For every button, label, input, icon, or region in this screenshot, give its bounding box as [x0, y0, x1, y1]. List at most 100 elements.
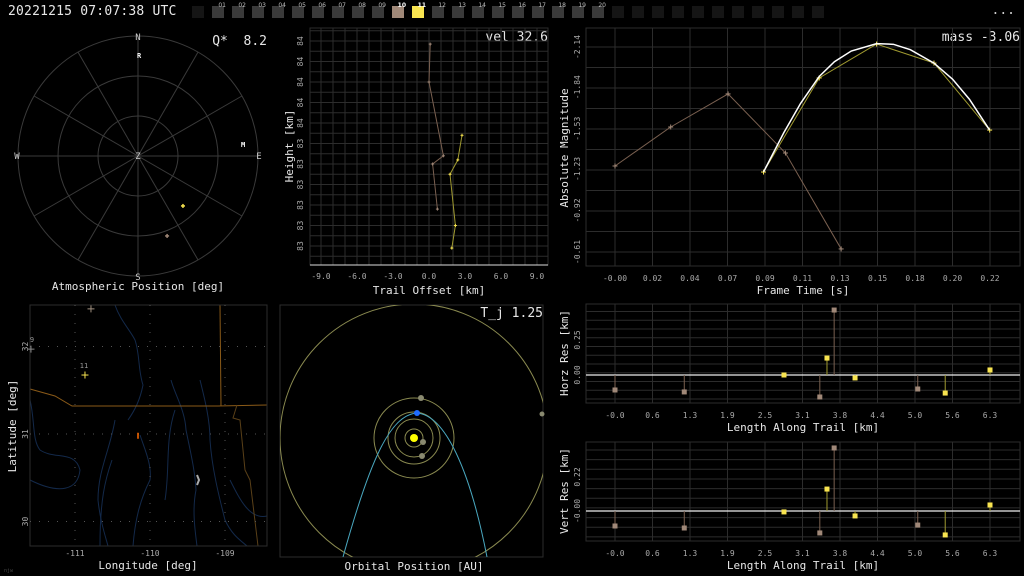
magnitude-xtick: 0.15 — [868, 274, 887, 283]
vert-res-ytick: 0.22 — [573, 467, 582, 486]
horz-res-point-station-10 — [817, 394, 823, 400]
vert-res-point-station-10 — [612, 523, 618, 529]
border — [29, 388, 268, 407]
horz-res-point-station-10 — [831, 307, 837, 313]
planet-mars — [418, 395, 424, 401]
height-xtick: 0.0 — [422, 272, 437, 281]
horz-res-xtick: 3.1 — [795, 411, 810, 420]
map-geography — [29, 304, 268, 547]
lake — [196, 474, 201, 486]
height-ytick: 83 — [296, 200, 305, 210]
horz-res-xtick: 1.9 — [720, 411, 735, 420]
magnitude-xtick: 0.04 — [680, 274, 699, 283]
horz-res-xtick: 0.6 — [645, 411, 660, 420]
height-xtick: 9.0 — [530, 272, 545, 281]
river — [164, 409, 176, 501]
horz-res-ylabel: Horz Res [km] — [558, 310, 571, 396]
vert-res-xtick: 6.3 — [983, 549, 998, 558]
magnitude-xtick: 0.18 — [905, 274, 924, 283]
magnitude-ylabel: Absolute Magnitude — [558, 88, 571, 207]
magnitude-xtick: 0.02 — [643, 274, 662, 283]
height-point-station-10 — [427, 80, 431, 84]
map-ylabel: Latitude [deg] — [6, 380, 19, 473]
height-ytick: 84 — [296, 98, 305, 108]
height-ytick: 83 — [296, 180, 305, 190]
vert-res-ytick: -0.00 — [573, 499, 582, 523]
magnitude-xtick: -0.00 — [603, 274, 627, 283]
height-ytick: 83 — [296, 159, 305, 169]
height-xtick: 6.0 — [494, 272, 509, 281]
vert-res-point-station-11 — [824, 486, 830, 492]
map-xtick: -109 — [215, 549, 234, 558]
map-xtick: -110 — [140, 549, 159, 558]
vert-res-xtick: 2.5 — [758, 549, 773, 558]
map-ytick: 32 — [21, 342, 30, 352]
cardinal-south: S — [135, 273, 140, 283]
map-xtick: -111 — [65, 549, 84, 558]
map-borders — [29, 304, 268, 407]
magnitude-xlabel: Frame Time [s] — [757, 284, 850, 297]
river — [229, 479, 268, 517]
height-ylabel: Height [km] — [283, 110, 296, 183]
horz-res-xtick: 3.8 — [833, 411, 848, 420]
cardinal-zenith: Z — [135, 152, 141, 162]
magnitude-ytick: -1.84 — [573, 75, 582, 99]
atmospheric-point-station-10 — [165, 233, 170, 238]
magnitude-ytick: -2.14 — [573, 35, 582, 59]
atmospheric-point-station-11 — [180, 203, 185, 208]
river — [199, 379, 248, 547]
magnitude-ytick: -1.53 — [573, 117, 582, 141]
height-point-station-10 — [435, 207, 439, 211]
orbit-xlabel: Orbital Position [AU] — [344, 560, 483, 573]
vert-res-xtick: 3.8 — [833, 549, 848, 558]
planet-mercury — [420, 439, 426, 445]
height-point-station-11 — [460, 133, 464, 137]
height-xtick: -9.0 — [311, 272, 330, 281]
map-ytick: 31 — [21, 429, 30, 439]
map-ytick: 30 — [21, 517, 30, 527]
vert-res-xlabel: Length Along Trail [km] — [727, 559, 879, 572]
horz-res-point-station-10 — [612, 387, 618, 393]
planet-venus — [419, 453, 425, 459]
vert-res-xtick: 0.6 — [645, 549, 660, 558]
horz-res-xlabel: Length Along Trail [km] — [727, 421, 879, 434]
vert-res-xtick: -0.0 — [605, 549, 624, 558]
horz-res-point-station-11 — [942, 390, 948, 396]
horz-res-xtick: 5.0 — [908, 411, 923, 420]
vert-res-xtick: 5.6 — [945, 549, 960, 558]
vert-res-point-station-10 — [831, 445, 837, 451]
magnitude-xtick: 0.11 — [793, 274, 812, 283]
horz-res-ytick: 0.25 — [573, 330, 582, 349]
sun — [410, 434, 418, 442]
q-star-annotation: Q* 8.2 — [212, 34, 267, 49]
horz-res-xtick: -0.0 — [605, 411, 624, 420]
height-ytick: 84 — [296, 77, 305, 87]
border — [219, 304, 222, 407]
horz-res-xtick: 5.6 — [945, 411, 960, 420]
height-ytick: 83 — [296, 241, 305, 251]
cardinal-west: W — [14, 152, 20, 162]
horz-res-ytick: 0.00 — [573, 365, 582, 384]
velocity-annotation: vel 32.6 — [485, 30, 548, 45]
magnitude-xtick: 0.07 — [718, 274, 737, 283]
horz-res-xtick: 2.5 — [758, 411, 773, 420]
vert-res-point-station-10 — [681, 525, 687, 531]
border — [232, 404, 259, 547]
vert-res-point-station-11 — [987, 502, 993, 508]
cardinal-north: N — [135, 33, 140, 43]
height-ytick: 83 — [296, 221, 305, 231]
vert-res-point-station-10 — [915, 522, 921, 528]
magnitude-ytick: -0.61 — [573, 240, 582, 264]
tisserand-annotation: T_j 1.25 — [480, 306, 543, 321]
vert-res-point-station-11 — [781, 509, 787, 515]
magnitude-ytick: -1.23 — [573, 157, 582, 181]
river — [114, 304, 144, 421]
horz-res-xtick: 1.3 — [683, 411, 698, 420]
magnitude-point-station-10 — [838, 246, 844, 252]
vert-res-xtick: 3.1 — [795, 549, 810, 558]
polar-marker-R: R — [137, 52, 142, 60]
river — [29, 399, 81, 490]
cardinal-east: E — [256, 152, 261, 162]
map-credit: njw — [4, 568, 14, 574]
vert-res-xtick: 5.0 — [908, 549, 923, 558]
